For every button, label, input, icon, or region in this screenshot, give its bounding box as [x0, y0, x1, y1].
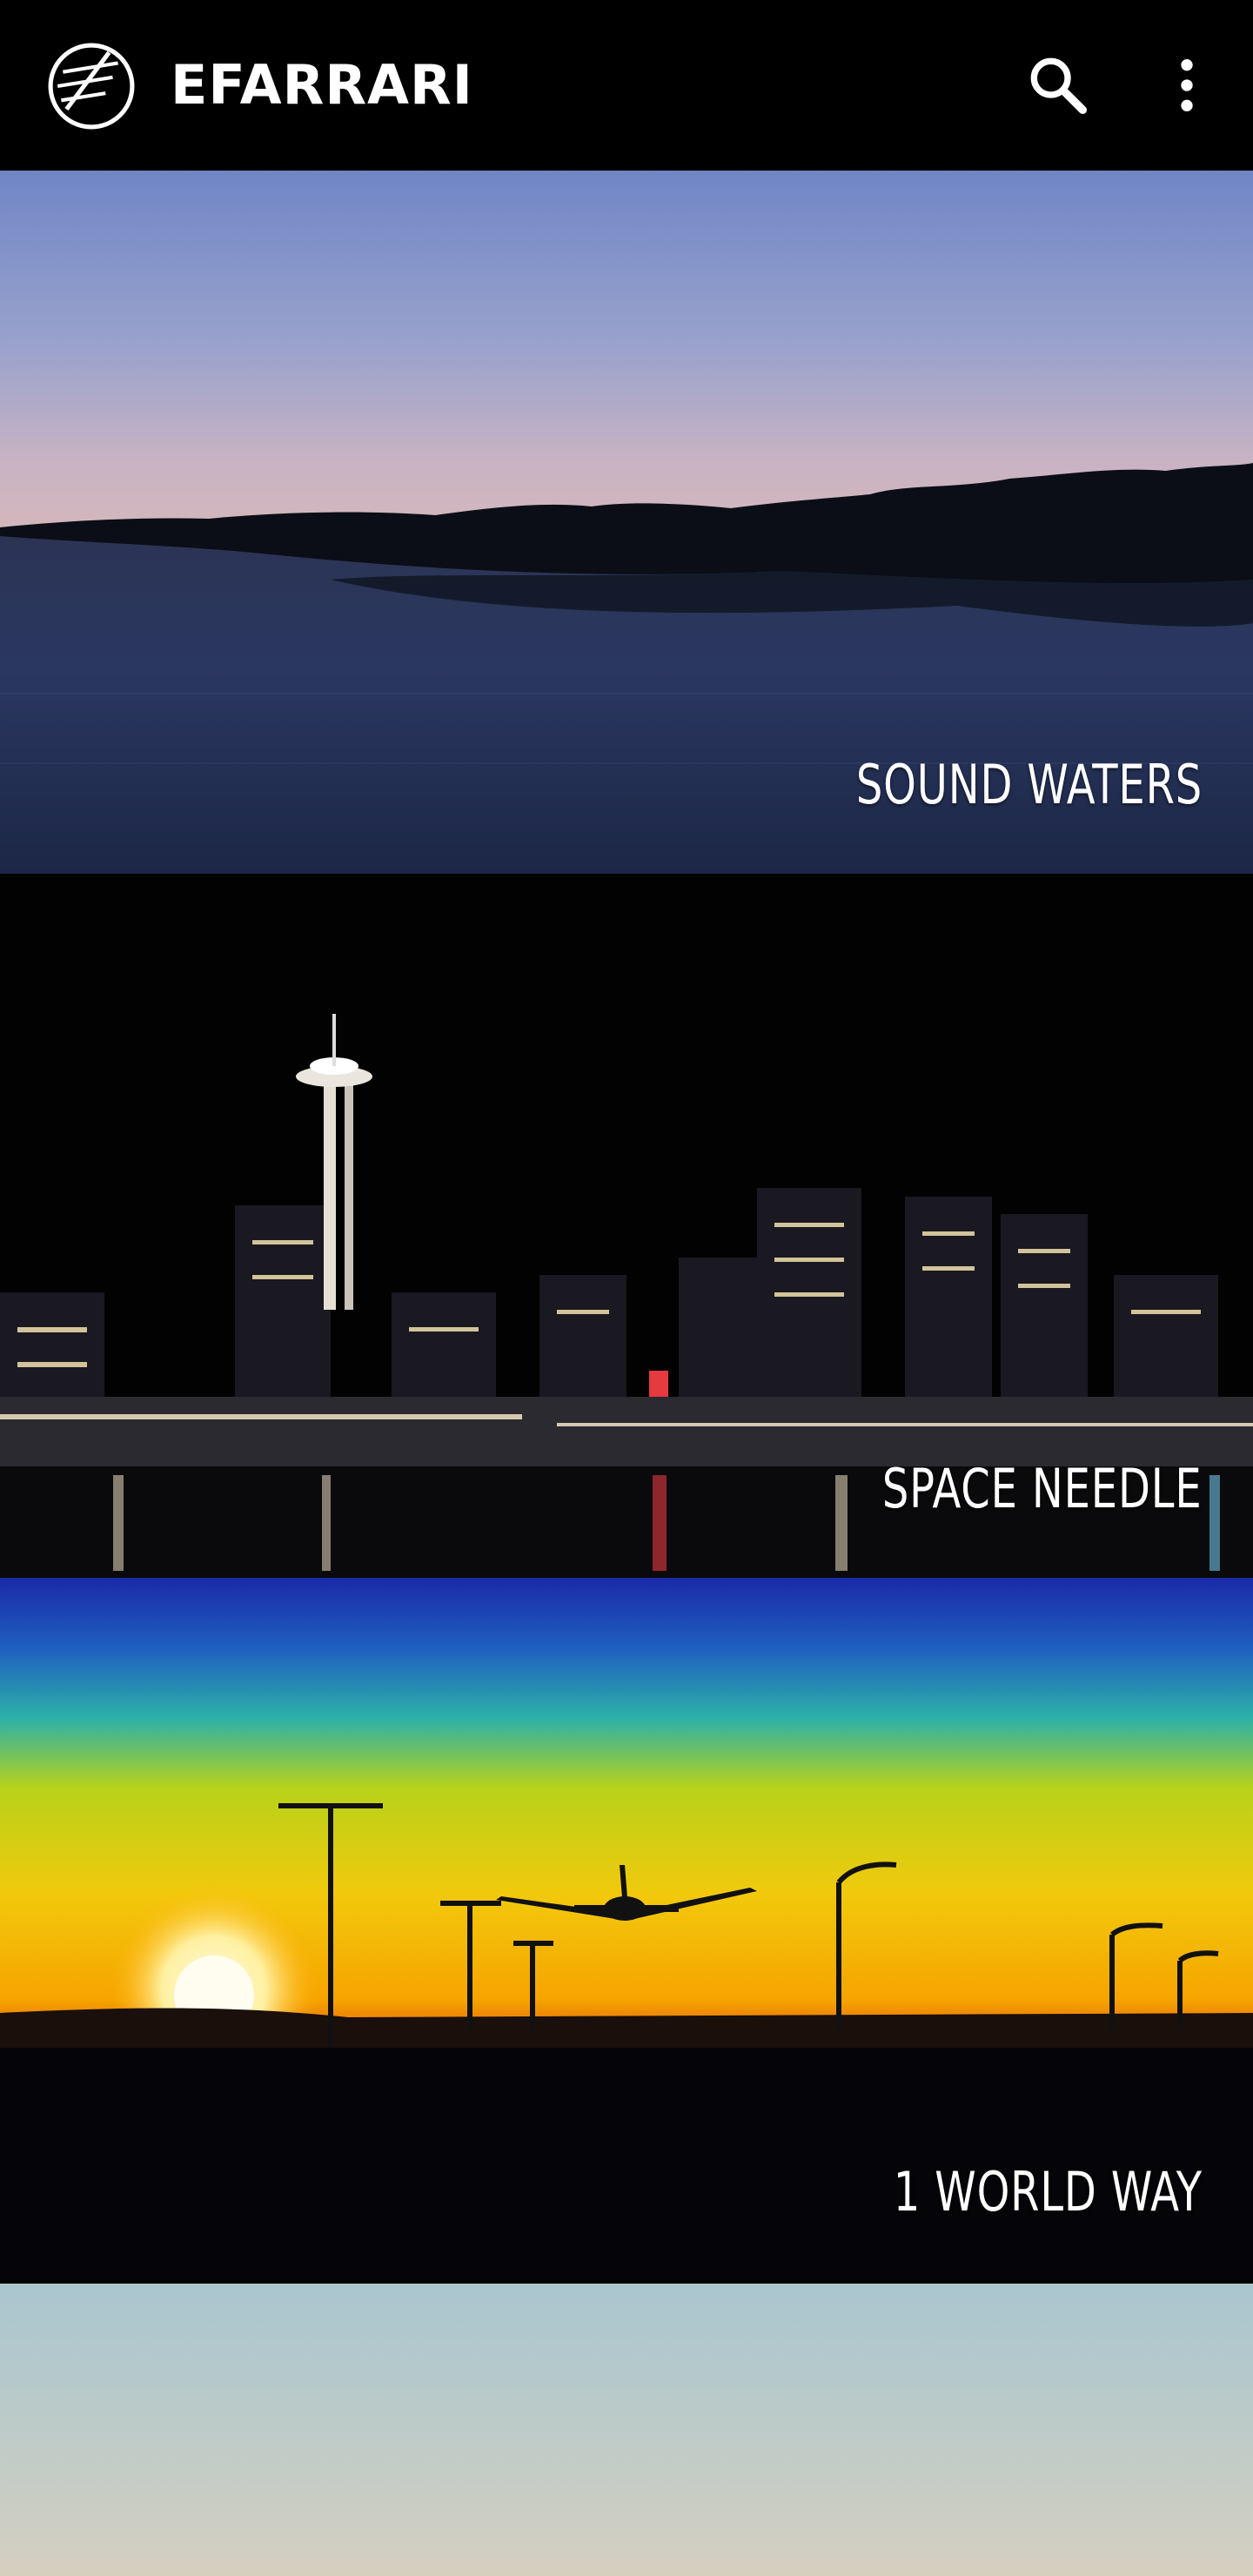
caption-1-world-way: 1 WORLD WAY — [893, 2160, 1203, 2224]
gallery-card-1-world-way[interactable]: 1 WORLD WAY — [0, 1578, 1253, 2281]
app-bar: EFARRARI — [0, 0, 1253, 171]
search-icon — [1030, 57, 1087, 114]
caption-sound-waters: SOUND WATERS — [855, 753, 1203, 816]
more-options-button[interactable] — [1152, 50, 1222, 120]
gallery-card-4[interactable] — [0, 2284, 1253, 2576]
gallery-image-4 — [0, 2284, 1253, 2576]
gallery-card-sound-waters[interactable]: SOUND WATERS — [0, 171, 1253, 874]
caption-space-needle: SPACE NEEDLE — [882, 1457, 1203, 1520]
search-button[interactable] — [1023, 50, 1093, 120]
gallery-card-space-needle[interactable]: SPACE NEEDLE — [0, 875, 1253, 1578]
more-vert-icon — [1181, 59, 1193, 111]
app-title: EFARRARI — [171, 53, 473, 117]
sail-logo-icon — [48, 43, 135, 130]
